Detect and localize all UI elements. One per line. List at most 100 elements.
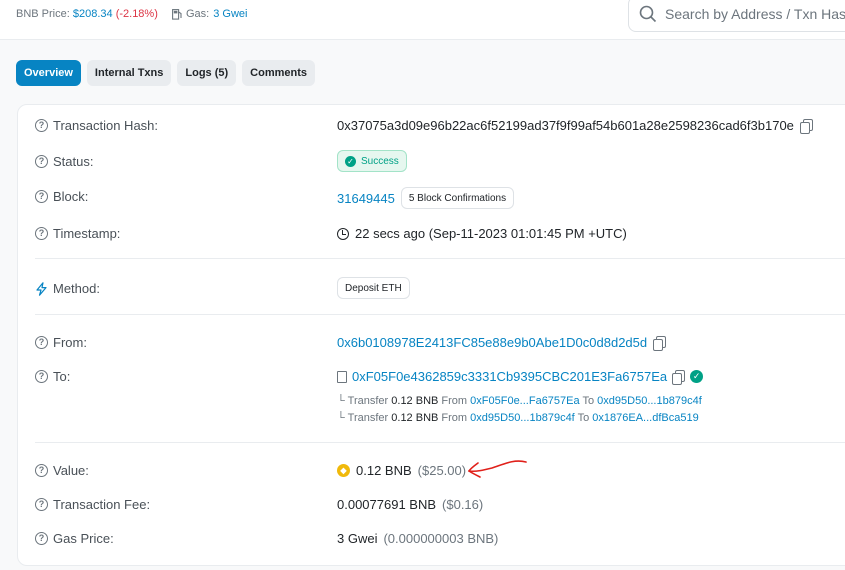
transfer-to-link[interactable]: 0xd95D50...1b879c4f [597, 395, 702, 407]
transfer-prefix: Transfer [347, 395, 389, 407]
tx-hash-label-group: ? Transaction Hash: [35, 118, 158, 133]
to-label-group: ? To: [35, 369, 70, 384]
transfer-to-word: To [577, 412, 590, 424]
from-label: From: [53, 335, 87, 350]
gas-pump-icon [172, 8, 182, 20]
value-value-group: ◆ 0.12 BNB ($25.00) [337, 463, 466, 478]
lightning-icon[interactable] [35, 281, 48, 296]
transfer-from-word: From [441, 395, 468, 407]
transfer-amount: 0.12 BNB [391, 412, 439, 424]
corner-arrow-icon: └ [337, 395, 345, 407]
gas-value[interactable]: 3 Gwei [213, 8, 247, 20]
annotation-arrow [467, 460, 527, 478]
tab-logs[interactable]: Logs (5) [177, 60, 237, 86]
value-usd: ($25.00) [417, 463, 467, 478]
status-label: Status: [53, 154, 94, 169]
transaction-details-card: ? Transaction Hash: 0x37075a3d09e96b22ac… [17, 104, 845, 566]
search-icon [639, 5, 657, 23]
transfer-to-link[interactable]: 0x1876EA...dfBca519 [592, 412, 698, 424]
question-circle-icon[interactable]: ? [35, 119, 48, 132]
block-number-link[interactable]: 31649445 [337, 191, 395, 206]
question-circle-icon[interactable]: ? [35, 498, 48, 511]
transfer-from-word: From [441, 412, 468, 424]
fee-value-group: 0.00077691 BNB ($0.16) [337, 497, 483, 512]
from-address-link[interactable]: 0x6b0108978E2413FC85e88e9b0Abe1D0c0d8d2d… [337, 335, 647, 350]
verified-check-icon: ✓ [690, 370, 704, 383]
bnb-price-value[interactable]: $208.34 [73, 8, 113, 20]
to-value-group: 0xF05F0e4362859c3331Cb9395CBC201E3Fa6757… [337, 369, 704, 385]
timestamp-value: 22 secs ago (Sep-11-2023 01:01:45 PM +UT… [355, 226, 627, 241]
to-label: To: [53, 369, 71, 384]
confirmations-badge: 5 Block Confirmations [400, 187, 515, 209]
copy-icon[interactable] [653, 336, 667, 351]
tx-hash-value: 0x37075a3d09e96b22ac6f52199ad37f9f99af54… [337, 118, 794, 133]
question-circle-icon[interactable]: ? [35, 464, 48, 477]
top-bar: BNB Price: $208.34 (-2.18%) Gas: 3 Gwei [0, 0, 845, 40]
copy-icon[interactable] [672, 370, 686, 385]
method-label-group: Method: [35, 281, 100, 296]
search-box[interactable] [628, 0, 845, 32]
transfer-from-link[interactable]: 0xF05F0e...Fa6757Ea [470, 395, 579, 407]
tab-internal-txns[interactable]: Internal Txns [86, 60, 172, 86]
from-value-group: 0x6b0108978E2413FC85e88e9b0Abe1D0c0d8d2d… [337, 335, 667, 351]
divider [35, 258, 845, 259]
internal-transfer-row: └ Transfer 0.12 BNB From 0xd95D50...1b87… [337, 412, 699, 424]
bnb-price: BNB Price: $208.34 (-2.18%) [16, 8, 158, 20]
tab-bar: Overview Internal Txns Logs (5) Comments [16, 60, 316, 86]
gas-price-amount: 3 Gwei [337, 531, 378, 546]
to-address-link[interactable]: 0xF05F0e4362859c3331Cb9395CBC201E3Fa6757… [352, 369, 667, 384]
copy-icon[interactable] [799, 119, 813, 134]
block-label-group: ? Block: [35, 189, 88, 204]
block-label: Block: [53, 189, 89, 204]
corner-arrow-icon: └ [337, 412, 345, 424]
bnb-price-change: (-2.18%) [115, 8, 158, 20]
timestamp-label: Timestamp: [53, 226, 121, 241]
gas-price-label: Gas Price: [53, 531, 114, 546]
status-value-group: ✓ Success [337, 150, 407, 172]
from-label-group: ? From: [35, 335, 87, 350]
timestamp-label-group: ? Timestamp: [35, 226, 120, 241]
method-badge: Deposit ETH [337, 277, 410, 299]
status-badge: ✓ Success [337, 150, 407, 172]
fee-amount: 0.00077691 BNB [337, 497, 437, 512]
question-circle-icon[interactable]: ? [35, 336, 48, 349]
fee-usd: ($0.16) [442, 497, 484, 512]
gas-price-bnb: (0.000000003 BNB) [383, 531, 499, 546]
question-circle-icon[interactable]: ? [35, 227, 48, 240]
question-circle-icon[interactable]: ? [35, 370, 48, 383]
divider [35, 314, 845, 315]
transfer-amount: 0.12 BNB [391, 395, 439, 407]
question-circle-icon[interactable]: ? [35, 532, 48, 545]
value-label: Value: [53, 463, 89, 478]
block-value-group: 31649445 5 Block Confirmations [337, 187, 515, 209]
method-value-group: Deposit ETH [337, 277, 410, 299]
tx-hash-label: Transaction Hash: [53, 118, 159, 133]
internal-transfer-row: └ Transfer 0.12 BNB From 0xF05F0e...Fa67… [337, 395, 702, 407]
search-input[interactable] [665, 6, 845, 22]
value-amount: 0.12 BNB [356, 463, 412, 478]
transfer-prefix: Transfer [347, 412, 389, 424]
status-text: Success [361, 155, 399, 167]
fee-label: Transaction Fee: [53, 497, 151, 512]
timestamp-value-group: 22 secs ago (Sep-11-2023 01:01:45 PM +UT… [337, 226, 627, 241]
divider [35, 442, 845, 443]
question-circle-icon[interactable]: ? [35, 190, 48, 203]
tab-comments[interactable]: Comments [242, 60, 316, 86]
method-label: Method: [53, 281, 100, 296]
fee-label-group: ? Transaction Fee: [35, 497, 150, 512]
status-label-group: ? Status: [35, 154, 93, 169]
question-circle-icon[interactable]: ? [35, 155, 48, 168]
tab-overview[interactable]: Overview [16, 60, 81, 86]
gas-price-value-group: 3 Gwei (0.000000003 BNB) [337, 531, 498, 546]
check-circle-icon: ✓ [345, 155, 356, 167]
gas-info: Gas: 3 Gwei [172, 8, 247, 20]
gas-label: Gas: [186, 8, 210, 20]
transfer-to-word: To [582, 395, 595, 407]
clock-icon [337, 227, 349, 240]
bnb-price-label: BNB Price: [16, 8, 70, 20]
bnb-coin-icon: ◆ [337, 464, 350, 477]
tx-hash-value-group: 0x37075a3d09e96b22ac6f52199ad37f9f99af54… [337, 118, 813, 134]
gas-price-label-group: ? Gas Price: [35, 531, 114, 546]
transfer-from-link[interactable]: 0xd95D50...1b879c4f [470, 412, 575, 424]
value-label-group: ? Value: [35, 463, 89, 478]
